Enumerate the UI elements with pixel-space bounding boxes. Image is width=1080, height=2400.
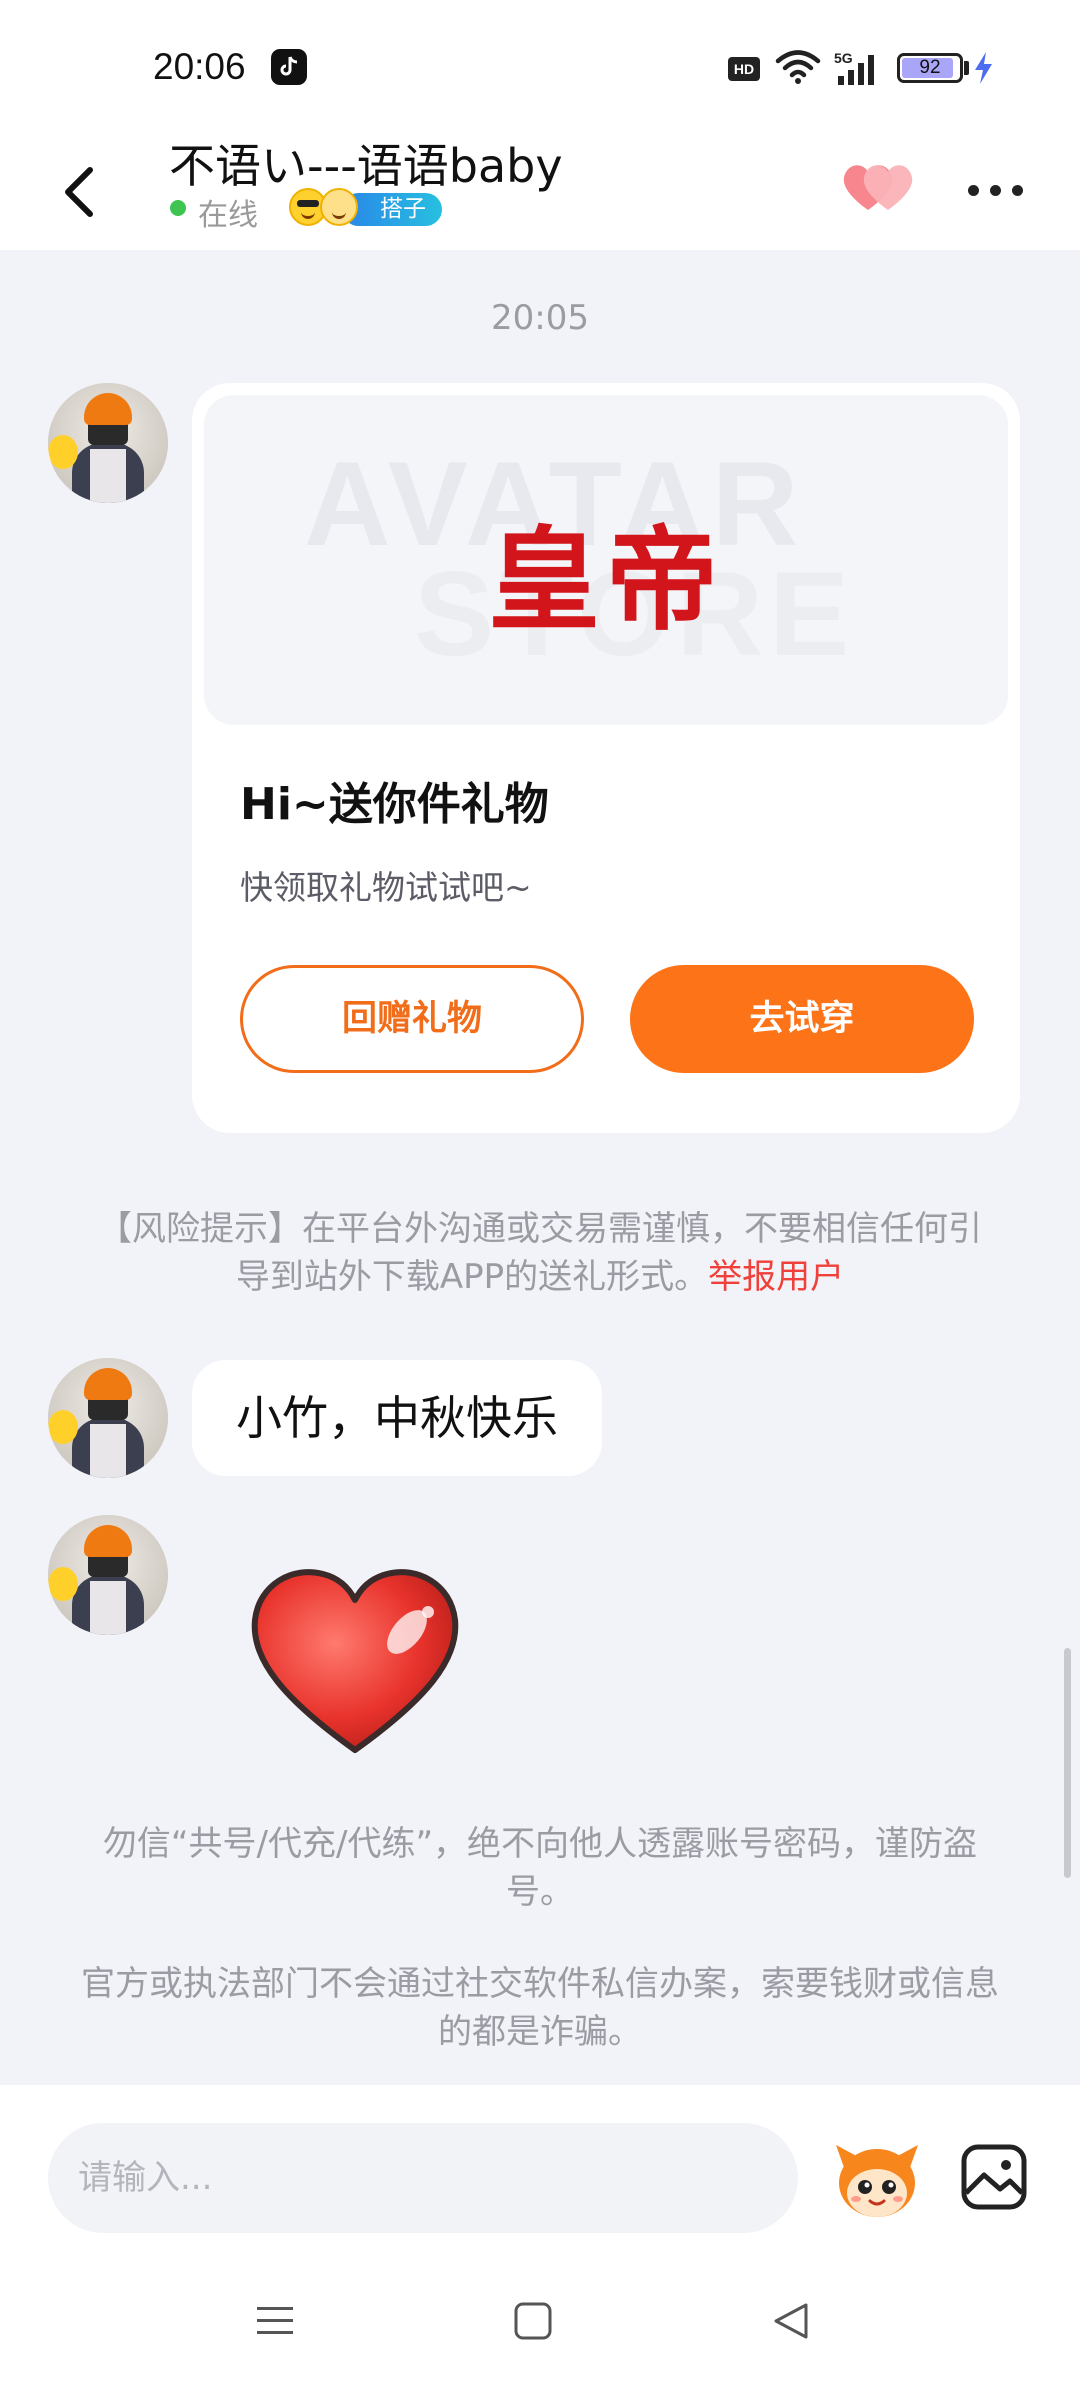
chat-title: 不语い---语语baby bbox=[169, 139, 563, 193]
chat-timestamp: 20:05 bbox=[491, 298, 589, 338]
status-time: 20:06 bbox=[153, 46, 246, 87]
chat-screen: 20:06 HD 5G 92 不语い---语语baby 在线 搭子 20:05 … bbox=[0, 0, 1080, 2400]
hearts-icon[interactable] bbox=[838, 150, 918, 220]
gift-title: Hi~送你件礼物 bbox=[240, 779, 549, 830]
input-bar bbox=[0, 2085, 1080, 2255]
scrollbar[interactable] bbox=[1064, 1648, 1071, 1878]
back-button[interactable] bbox=[48, 150, 118, 230]
nav-home-button[interactable] bbox=[512, 2300, 554, 2342]
hd-badge: HD bbox=[728, 57, 760, 81]
mascot-icon[interactable] bbox=[832, 2133, 922, 2223]
back-arrow-icon bbox=[65, 167, 93, 217]
risk-notice-text: 【风险提示】在平台外沟通或交易需谨慎，不要相信任何引导到站外下载APP的送礼形式… bbox=[98, 1209, 982, 1297]
more-button[interactable] bbox=[958, 165, 1038, 215]
signal-icon: 5G bbox=[834, 50, 874, 85]
status-bar: 20:06 HD 5G 92 bbox=[0, 0, 1080, 130]
online-status-text: 在线 bbox=[198, 198, 258, 233]
tiktok-icon bbox=[271, 49, 307, 85]
battery-icon: 92 bbox=[897, 53, 963, 83]
chat-header: 不语い---语语baby 在线 搭子 bbox=[0, 130, 1080, 250]
avatar[interactable] bbox=[48, 383, 168, 503]
gift-banner[interactable]: AVATAR STORE 皇帝 bbox=[204, 395, 1008, 725]
message-bubble[interactable]: 小竹，中秋快乐 bbox=[192, 1360, 602, 1476]
charging-bolt-icon bbox=[975, 52, 992, 84]
return-gift-button[interactable]: 回赠礼物 bbox=[240, 965, 584, 1073]
network-label: 5G bbox=[834, 50, 853, 66]
emoji-icon bbox=[320, 188, 358, 226]
nav-menu-button[interactable] bbox=[254, 2300, 296, 2342]
gift-item-name: 皇帝 bbox=[488, 515, 724, 646]
avatar[interactable] bbox=[48, 1358, 168, 1478]
gift-card[interactable]: AVATAR STORE 皇帝 Hi~送你件礼物 快领取礼物试试吧~ 回赠礼物 … bbox=[192, 383, 1020, 1133]
safety-notice: 官方或执法部门不会通过社交软件私信办案，索要钱财或信息的都是诈骗。 bbox=[81, 1964, 999, 2052]
gift-subtitle: 快领取礼物试试吧~ bbox=[240, 868, 532, 907]
risk-notice: 【风险提示】在平台外沟通或交易需谨慎，不要相信任何引导到站外下载APP的送礼形式… bbox=[90, 1205, 990, 1301]
nav-back-button[interactable] bbox=[770, 2300, 812, 2342]
battery-cap bbox=[964, 61, 969, 75]
heart-sticker-icon[interactable] bbox=[245, 1560, 465, 1760]
online-status-dot bbox=[170, 200, 186, 216]
battery-level: 92 bbox=[919, 57, 941, 78]
report-user-link[interactable]: 举报用户 bbox=[708, 1257, 844, 1297]
chat-area[interactable]: 20:05 AVATAR STORE 皇帝 Hi~送你件礼物 快领取礼物试试吧~… bbox=[0, 250, 1080, 2085]
system-nav-bar bbox=[0, 2255, 1080, 2400]
try-on-button[interactable]: 去试穿 bbox=[630, 965, 974, 1073]
image-icon[interactable] bbox=[960, 2143, 1028, 2211]
message-input[interactable] bbox=[48, 2123, 798, 2233]
wifi-icon bbox=[775, 50, 821, 84]
avatar[interactable] bbox=[48, 1515, 168, 1635]
safety-notice: 勿信“共号/代充/代练”，绝不向他人透露账号密码，谨防盗号。 bbox=[102, 1824, 978, 1912]
